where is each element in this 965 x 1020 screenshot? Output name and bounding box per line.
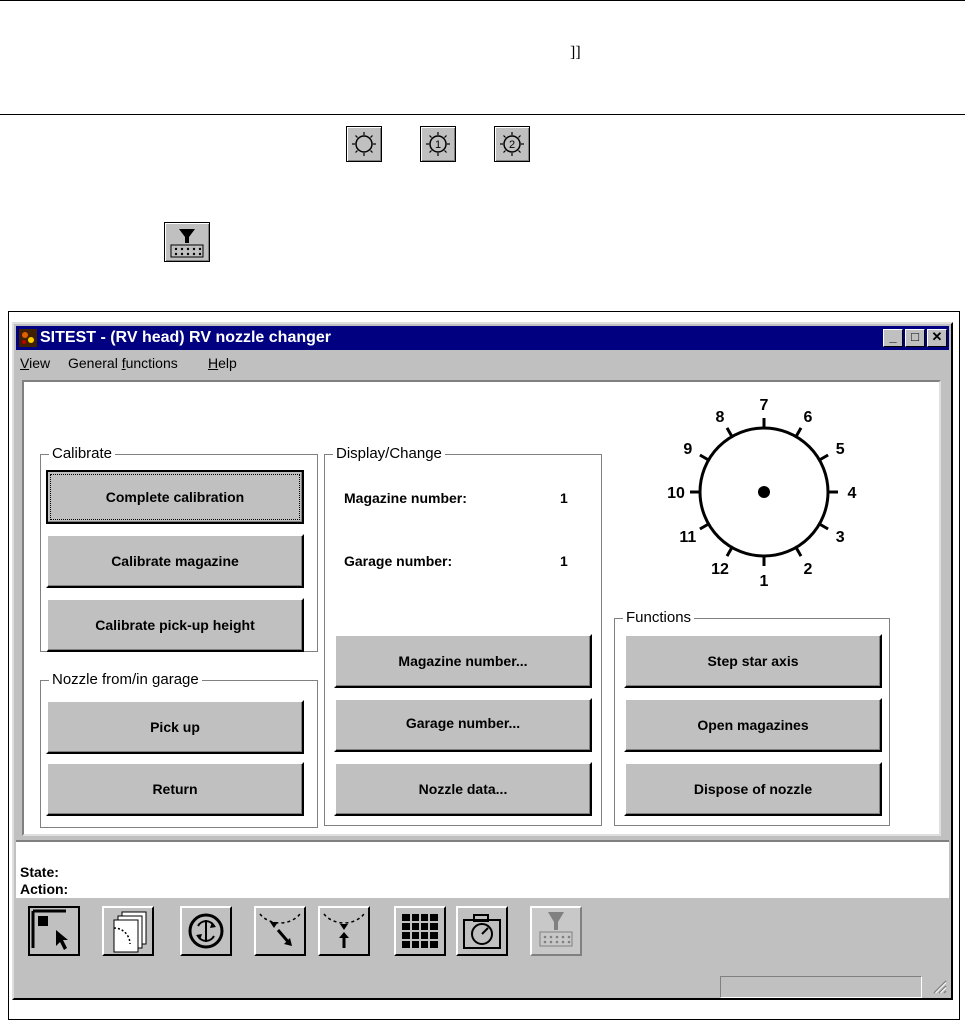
dial-number-12: 12 [711,561,729,578]
complete-calibration-button[interactable]: Complete calibration [46,470,304,524]
calibrate-magazine-button[interactable]: Calibrate magazine [46,534,304,588]
nozzle-changer-icon [539,912,573,947]
nozzle-data-button[interactable]: Nozzle data... [334,762,592,816]
pick-up-button[interactable]: Pick up [46,700,304,754]
menu-bar: View General functions Help [16,352,949,374]
window-title: SITEST - (RV head) RV nozzle changer [40,329,332,346]
nozzle-down-icon [259,913,301,946]
nozzle-changer-icon [164,222,210,262]
nozzle-down-tool[interactable] [254,906,306,956]
magazine-number-label: Magazine number: [344,490,467,506]
dial-number-6: 6 [804,409,813,426]
step-star-axis-button[interactable]: Step star axis [624,634,882,688]
select-pointer-tool[interactable] [28,906,80,956]
dial-tick-3 [818,522,829,531]
title-bar[interactable]: SITEST - (RV head) RV nozzle changer _ □… [16,326,949,350]
nozzle-up-tool[interactable] [318,906,370,956]
magazine-pages-icon [113,911,147,953]
menu-general-functions[interactable]: General functions [68,352,178,374]
close-button[interactable]: ✕ [927,329,947,347]
dial-tick-9 [699,453,710,462]
dial-number-10: 10 [667,485,685,502]
star-axis-dial: 123456789101112 [667,397,857,588]
main-panel: Calibrate Complete calibration Calibrate… [22,380,941,836]
calibrate-pickup-height-button[interactable]: Calibrate pick-up height [46,598,304,652]
calibrate-title: Calibrate [49,445,116,463]
garage-number-button[interactable]: Garage number... [334,698,592,752]
rotate-axis-icon [188,913,224,949]
grid-view-tool[interactable] [394,906,446,956]
dial-number-3: 3 [836,529,845,546]
dial-tick-11 [699,522,710,531]
dial-tick-6 [794,427,803,438]
maximize-button[interactable]: □ [905,329,925,347]
app-logo-icon [19,329,37,347]
dial-tick-12 [725,546,734,557]
dial-tick-8 [725,427,734,438]
magazine-number-button[interactable]: Magazine number... [334,634,592,688]
app-window: SITEST - (RV head) RV nozzle changer _ □… [12,322,953,1000]
nozzle-changer-tool[interactable] [530,906,582,956]
nozzle-garage-title: Nozzle from/in garage [49,671,202,689]
dial-number-2: 2 [804,561,813,578]
section-rule [0,114,965,115]
doc-bracket: ]] [570,44,581,61]
minimize-button[interactable]: _ [883,329,903,347]
action-label: Action: [20,881,69,897]
grid-icon [402,914,438,948]
open-magazines-button[interactable]: Open magazines [624,698,882,752]
display-change-title: Display/Change [333,445,445,463]
return-button[interactable]: Return [46,762,304,816]
select-pointer-icon [31,909,68,950]
dial-number-7: 7 [760,397,769,414]
dial-tick-5 [818,453,829,462]
rotate-axis-tool[interactable] [180,906,232,956]
resize-grip-icon[interactable] [931,978,947,994]
dial-number-1: 1 [760,573,769,588]
garage-number-value: 1 [560,553,568,569]
state-label: State: [20,864,59,880]
dial-number-5: 5 [836,441,845,458]
dial-number-9: 9 [683,441,692,458]
nozzle-up-icon [323,913,365,948]
camera-gauge-icon [463,914,501,949]
star-axis-1-icon: 1 [420,126,456,162]
magazine-pages-tool[interactable] [102,906,154,956]
menu-help[interactable]: Help [208,352,237,374]
dial-number-8: 8 [716,409,725,426]
svg-text:1: 1 [435,139,441,151]
dial-number-11: 11 [679,529,696,546]
top-rule [0,0,965,1]
dispose-nozzle-button[interactable]: Dispose of nozzle [624,762,882,816]
svg-text:2: 2 [509,139,515,151]
menu-view[interactable]: View [20,352,50,374]
star-axis-2-icon: 2 [494,126,530,162]
star-axis-icon [346,126,382,162]
camera-tool[interactable] [456,906,508,956]
functions-title: Functions [623,609,695,627]
dial-tick-2 [794,546,803,557]
status-bar-field [720,976,922,998]
dial-number-4: 4 [848,485,857,502]
magazine-number-value: 1 [560,490,568,506]
garage-number-label: Garage number: [344,553,453,569]
status-area: State: Action: [16,840,949,898]
